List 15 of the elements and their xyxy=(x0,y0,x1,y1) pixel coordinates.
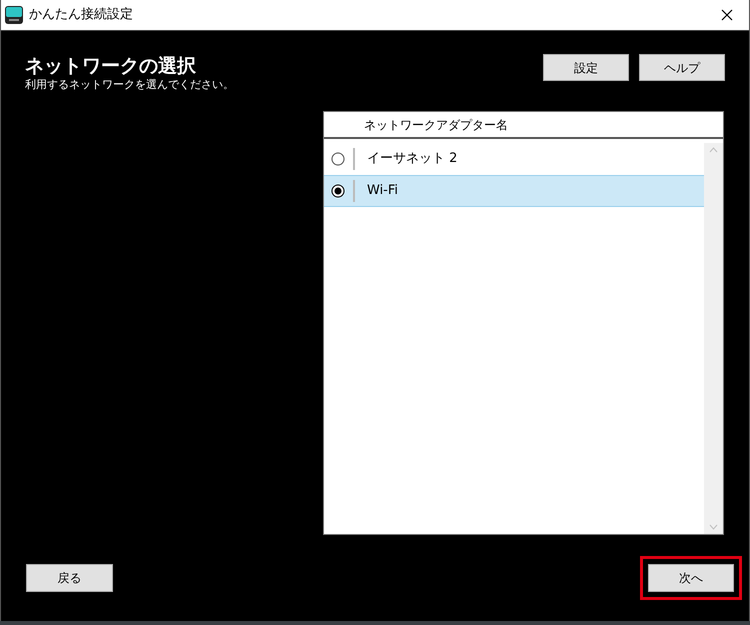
next-button[interactable]: 次へ xyxy=(648,564,734,592)
page-heading: ネットワークの選択 xyxy=(25,54,197,78)
toolbar-button[interactable]: 設定 xyxy=(543,54,629,81)
toolbar-button[interactable]: ヘルプ xyxy=(639,54,725,81)
adapter-name: Wi-Fi xyxy=(367,182,398,200)
radio-button[interactable] xyxy=(331,184,345,198)
adapter-name: イーサネット 2 xyxy=(367,150,458,168)
app-icon xyxy=(5,6,23,24)
adapter-row[interactable]: Wi-Fi xyxy=(324,175,704,207)
window-title: かんたん接続設定 xyxy=(29,6,133,24)
instruction-text: 利用するネットワークを選んでください。 xyxy=(25,78,235,92)
column-header[interactable]: ネットワークアダプター名 xyxy=(364,116,508,134)
back-button[interactable]: 戻る xyxy=(26,564,113,592)
close-icon[interactable] xyxy=(721,9,733,21)
radio-button[interactable] xyxy=(331,152,345,166)
